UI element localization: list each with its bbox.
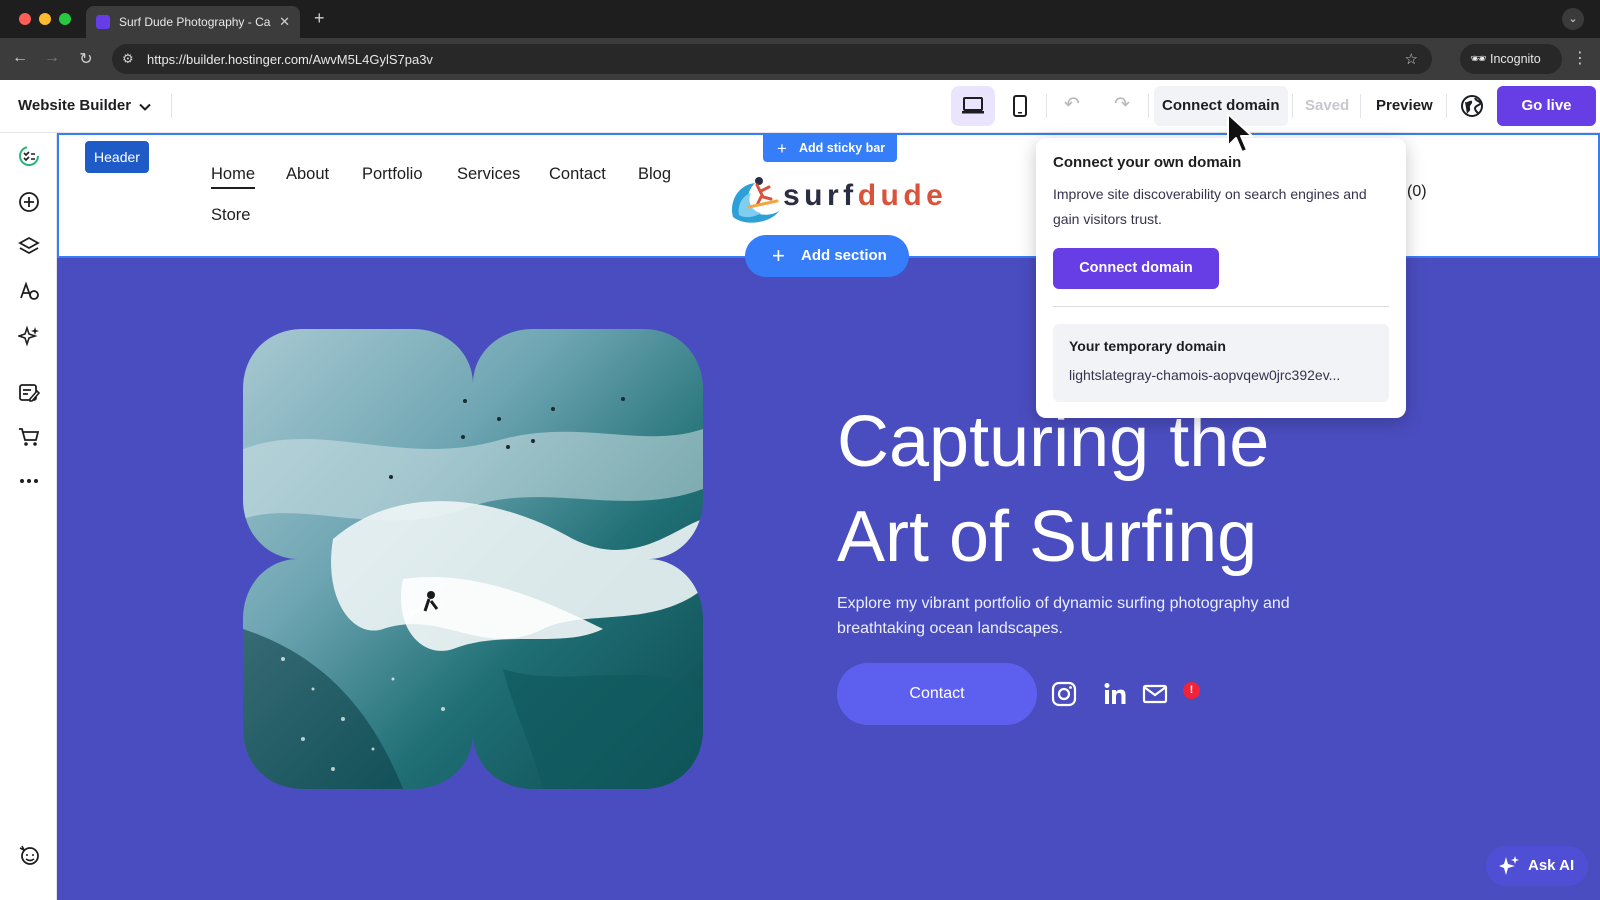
temporary-domain-box: Your temporary domain lightslategray-cha… bbox=[1053, 324, 1389, 402]
help-support-icon[interactable] bbox=[16, 842, 41, 867]
nav-services[interactable]: Services bbox=[457, 165, 520, 184]
add-section-label: Add section bbox=[801, 247, 887, 264]
styles-icon[interactable] bbox=[16, 278, 41, 303]
temporary-domain-title: Your temporary domain bbox=[1069, 338, 1226, 354]
header-badge[interactable]: Header bbox=[85, 141, 149, 173]
logo-part-dude: dude bbox=[857, 179, 948, 212]
nav-portfolio[interactable]: Portfolio bbox=[362, 165, 423, 184]
reload-icon[interactable]: ↻ bbox=[76, 49, 96, 69]
desktop-icon bbox=[962, 97, 984, 114]
nav-store[interactable]: Store bbox=[211, 206, 250, 225]
popover-connect-domain-button[interactable]: Connect domain bbox=[1053, 248, 1219, 289]
layers-icon[interactable] bbox=[16, 233, 41, 258]
globe-icon[interactable] bbox=[1460, 94, 1484, 118]
undo-icon[interactable]: ↶ bbox=[1064, 93, 1080, 116]
hero-contact-button[interactable]: Contact bbox=[837, 663, 1037, 725]
add-sticky-bar-label: Add sticky bar bbox=[799, 141, 886, 155]
plus-icon: + bbox=[772, 243, 785, 268]
window-minimize-button[interactable] bbox=[39, 13, 51, 25]
hero-title-line2: Art of Surfing bbox=[837, 497, 1258, 577]
window-close-button[interactable] bbox=[19, 13, 31, 25]
preview-button[interactable]: Preview bbox=[1376, 97, 1433, 114]
instagram-icon[interactable] bbox=[1051, 681, 1077, 707]
email-icon[interactable] bbox=[1142, 681, 1168, 707]
chevron-down-icon[interactable] bbox=[138, 100, 152, 114]
browser-tab[interactable]: Surf Dude Photography - Cap ✕ bbox=[86, 6, 300, 38]
add-element-icon[interactable] bbox=[16, 189, 41, 214]
mobile-icon bbox=[1013, 95, 1027, 117]
store-cart-icon[interactable] bbox=[16, 424, 41, 449]
popover-divider bbox=[1053, 306, 1389, 307]
ask-ai-button[interactable]: Ask AI bbox=[1486, 846, 1588, 886]
incognito-label: Incognito bbox=[1490, 52, 1541, 66]
bookmark-star-icon[interactable]: ☆ bbox=[1405, 50, 1418, 68]
more-options-icon[interactable] bbox=[16, 468, 41, 493]
add-section-button[interactable]: + Add section bbox=[745, 235, 909, 277]
toolbar-divider bbox=[171, 94, 172, 118]
toolbar-divider bbox=[1046, 94, 1047, 118]
site-settings-icon[interactable]: ⚙ bbox=[122, 51, 134, 67]
cart-count: (0) bbox=[1407, 183, 1427, 200]
checklist-icon[interactable] bbox=[16, 143, 41, 168]
saved-status: Saved bbox=[1305, 97, 1350, 114]
url-text: https://builder.hostinger.com/AwvM5L4Gyl… bbox=[147, 52, 433, 67]
builder-toolbar: Website Builder ↶ ↷ Connect domain Saved… bbox=[0, 80, 1600, 133]
tab-search-chevron-icon[interactable]: ⌄ bbox=[1562, 8, 1584, 30]
add-sticky-bar-button[interactable]: + Add sticky bar bbox=[763, 135, 897, 162]
tab-title: Surf Dude Photography - Cap bbox=[119, 15, 272, 29]
warning-badge: ! bbox=[1183, 682, 1200, 699]
app-title[interactable]: Website Builder bbox=[18, 97, 131, 114]
desktop-view-button[interactable] bbox=[951, 86, 995, 126]
connect-domain-popover: Connect your own domain Improve site dis… bbox=[1036, 138, 1406, 418]
hero-surf-image[interactable] bbox=[243, 329, 703, 789]
go-live-button[interactable]: Go live bbox=[1497, 86, 1596, 126]
forward-arrow-icon[interactable]: → bbox=[42, 49, 62, 67]
blog-edit-icon[interactable] bbox=[16, 380, 41, 405]
nav-about[interactable]: About bbox=[286, 165, 329, 184]
nav-blog[interactable]: Blog bbox=[638, 165, 671, 184]
url-field[interactable]: ⚙ https://builder.hostinger.com/AwvM5L4G… bbox=[112, 44, 1432, 74]
surfer-wave-logo-icon bbox=[731, 177, 779, 223]
ai-sparkle-icon[interactable] bbox=[16, 323, 41, 348]
hostinger-favicon-icon bbox=[96, 15, 110, 29]
browser-address-bar: ← → ↻ ⚙ https://builder.hostinger.com/Aw… bbox=[0, 38, 1600, 80]
plus-icon: + bbox=[777, 139, 787, 158]
incognito-badge[interactable]: 🕶 Incognito bbox=[1460, 44, 1562, 74]
back-arrow-icon[interactable]: ← bbox=[10, 49, 30, 67]
toolbar-divider bbox=[1360, 94, 1361, 118]
left-sidebar bbox=[0, 133, 57, 900]
browser-menu-icon[interactable]: ⋮ bbox=[1572, 48, 1588, 68]
tab-close-icon[interactable]: ✕ bbox=[279, 14, 290, 30]
nav-contact[interactable]: Contact bbox=[549, 165, 606, 184]
window-maximize-button[interactable] bbox=[59, 13, 71, 25]
hero-title[interactable]: Capturing the Art of Surfing bbox=[837, 395, 1437, 585]
toolbar-divider bbox=[1292, 94, 1293, 118]
logo-wordmark: surfdude bbox=[783, 179, 947, 213]
browser-tab-bar: Surf Dude Photography - Cap ✕ + ⌄ bbox=[0, 0, 1600, 38]
mouse-cursor-icon bbox=[1227, 113, 1253, 153]
popover-description: Improve site discoverability on search e… bbox=[1053, 186, 1367, 227]
new-tab-icon[interactable]: + bbox=[314, 8, 325, 29]
incognito-icon: 🕶 bbox=[1470, 51, 1487, 66]
connect-domain-label[interactable]: Connect domain bbox=[1162, 97, 1280, 114]
nav-home[interactable]: Home bbox=[211, 165, 256, 189]
toolbar-divider bbox=[1446, 94, 1447, 118]
logo-part-surf: surf bbox=[783, 179, 858, 212]
ai-sparkle-icon bbox=[1499, 856, 1519, 875]
mobile-view-button[interactable] bbox=[998, 86, 1042, 126]
site-logo[interactable]: surfdude bbox=[727, 171, 943, 227]
toolbar-divider bbox=[1148, 94, 1149, 118]
linkedin-icon[interactable] bbox=[1102, 681, 1128, 707]
ask-ai-label: Ask AI bbox=[1528, 857, 1575, 874]
popover-title: Connect your own domain bbox=[1053, 154, 1242, 171]
redo-icon[interactable]: ↷ bbox=[1114, 93, 1130, 116]
temporary-domain-value[interactable]: lightslategray-chamois-aopvqew0jrc392ev.… bbox=[1069, 367, 1375, 383]
hero-subtitle[interactable]: Explore my vibrant portfolio of dynamic … bbox=[837, 591, 1337, 641]
